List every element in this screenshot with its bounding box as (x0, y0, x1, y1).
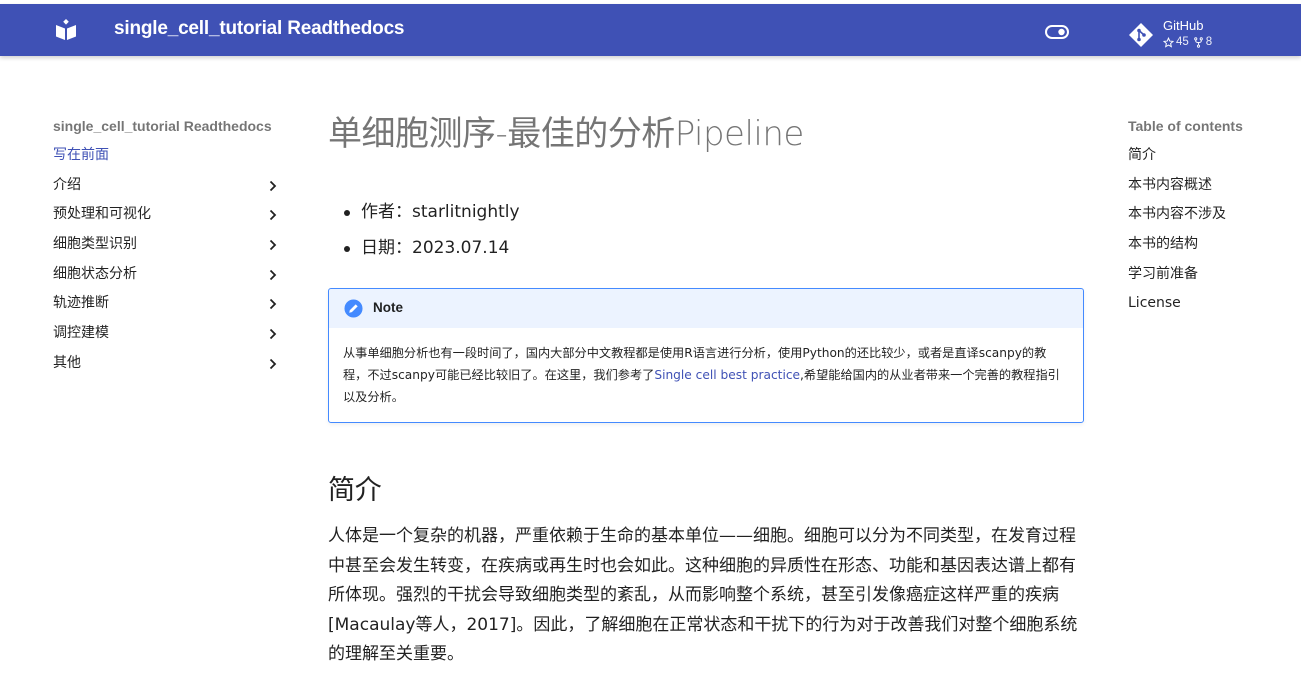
nav-item-label: 预处理和可视化 (53, 206, 151, 223)
nav-item-label: 轨迹推断 (53, 295, 109, 312)
nav-item[interactable]: 预处理和可视化 (53, 199, 283, 229)
nav-item[interactable]: 调控建模 (53, 318, 283, 348)
star-icon (1163, 36, 1174, 48)
fork-icon (1193, 36, 1203, 48)
toc-item[interactable]: 学习前准备 (1128, 259, 1298, 289)
repo-forks: 8 (1205, 36, 1213, 48)
primary-nav: single_cell_tutorial Readthedocs 写在前面介绍预… (53, 116, 283, 378)
repo-facts: 45 8 (1163, 36, 1212, 48)
chevron-right-icon[interactable] (269, 298, 277, 310)
nav-item-label: 细胞状态分析 (53, 265, 137, 282)
chevron-right-icon[interactable] (269, 209, 277, 221)
table-of-contents: Table of contents 简介 本书内容概述 本书内容不涉及 本书的结构 学习… (1128, 116, 1298, 318)
repo-name: GitHub (1163, 18, 1204, 33)
meta-list: 作者：starlitnightly 日期：2023.07.14 (328, 200, 1084, 272)
toc-title: Table of contents (1128, 118, 1243, 134)
note-title: Note (373, 300, 403, 315)
nav-item-label: 细胞类型识别 (53, 236, 137, 253)
nav-item-label: 介绍 (53, 176, 81, 193)
chevron-right-icon[interactable] (269, 180, 277, 192)
section-heading-intro: 简介 (328, 475, 382, 506)
github-repo-link[interactable]: GitHub 45 8 (1128, 18, 1248, 52)
book-open-icon[interactable] (54, 18, 78, 42)
toggle-switch-icon[interactable] (1045, 25, 1069, 39)
single-cell-best-practice-link[interactable]: Single cell best practice (654, 368, 800, 382)
nav-item-label: 调控建模 (53, 325, 109, 342)
nav-item[interactable]: 轨迹推断 (53, 288, 283, 318)
repo-stars: 45 (1176, 36, 1189, 48)
note-body: 从事单细胞分析也有一段时间了，国内大部分中文教程都是使用R语言进行分析，使用Py… (329, 328, 1083, 408)
pencil-icon (344, 299, 363, 318)
nav-item-label: 其他 (53, 354, 81, 371)
chevron-right-icon[interactable] (269, 358, 277, 370)
chevron-right-icon[interactable] (269, 328, 277, 340)
nav-title: single_cell_tutorial Readthedocs (53, 118, 272, 134)
note-header: Note (329, 289, 1083, 328)
intro-paragraph: 人体是一个复杂的机器，严重依赖于生命的基本单位——细胞。细胞可以分为不同类型，在… (328, 526, 1078, 664)
toc-item[interactable]: 简介 (1128, 140, 1298, 170)
nav-item[interactable]: 写在前面 (53, 140, 283, 170)
nav-item[interactable]: 其他 (53, 348, 283, 378)
toc-item[interactable]: 本书内容概述 (1128, 170, 1298, 200)
nav-item[interactable]: 细胞状态分析 (53, 259, 283, 289)
chevron-right-icon[interactable] (269, 269, 277, 281)
site-title[interactable]: single_cell_tutorial Readthedocs (114, 18, 405, 40)
chevron-right-icon[interactable] (269, 239, 277, 251)
note-admonition: Note 从事单细胞分析也有一段时间了，国内大部分中文教程都是使用R语言进行分析… (328, 288, 1084, 423)
meta-date: 日期：2023.07.14 (344, 236, 1084, 272)
nav-item[interactable]: 细胞类型识别 (53, 229, 283, 259)
nav-item[interactable]: 介绍 (53, 170, 283, 200)
toc-item[interactable]: 本书的结构 (1128, 229, 1298, 259)
toc-item[interactable]: 本书内容不涉及 (1128, 199, 1298, 229)
page-title: 单细胞测序-最佳的分析Pipeline (328, 114, 804, 154)
meta-author: 作者：starlitnightly (344, 200, 1084, 236)
nav-item-label: 写在前面 (53, 147, 109, 163)
toc-item[interactable]: License (1128, 288, 1298, 318)
git-icon (1129, 23, 1153, 47)
main-content: 单细胞测序-最佳的分析Pipeline 作者：starlitnightly 日期… (328, 108, 1084, 664)
top-header: single_cell_tutorial Readthedocs GitHub … (0, 4, 1301, 56)
